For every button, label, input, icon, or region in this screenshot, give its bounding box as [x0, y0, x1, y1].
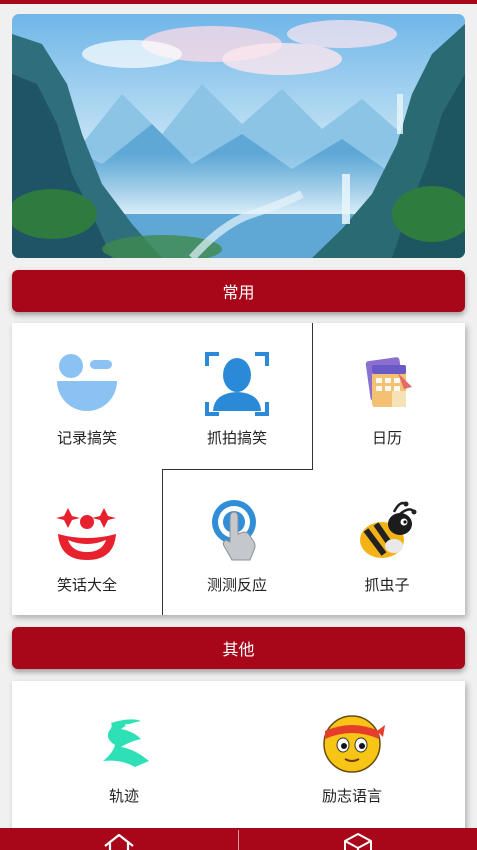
tile-calendar[interactable]: 日历 — [341, 351, 433, 448]
common-tools-grid: 记录搞笑 抓拍搞笑 日历 笑话大全 测测反应 抓虫子 — [12, 323, 465, 615]
track-path-icon — [103, 719, 149, 767]
home-icon — [104, 833, 134, 850]
section-title: 常用 — [222, 283, 255, 302]
tile-label: 励志语言 — [321, 787, 382, 805]
clown-icon — [56, 508, 116, 560]
grid-divider — [312, 323, 313, 470]
tile-label: 抓虫子 — [364, 576, 410, 594]
tile-record-funny[interactable]: 记录搞笑 — [41, 351, 133, 448]
tile-label: 笑话大全 — [56, 576, 117, 594]
face-scan-icon — [205, 352, 269, 416]
section-header-other: 其他 — [12, 627, 465, 669]
banner-image — [12, 14, 465, 258]
tile-snap-funny[interactable]: 抓拍搞笑 — [191, 351, 283, 448]
top-accent-line — [0, 0, 477, 4]
tile-label: 轨迹 — [108, 787, 139, 805]
box-icon — [344, 833, 372, 850]
headband-face-icon — [323, 715, 385, 773]
grid-divider — [162, 469, 313, 470]
bee-icon — [360, 501, 417, 558]
bottom-nav — [0, 828, 477, 850]
calendar-icon — [365, 357, 412, 407]
tile-label: 记录搞笑 — [56, 429, 117, 447]
emoji-note-icon — [57, 354, 117, 411]
tile-catch-bugs[interactable]: 抓虫子 — [341, 498, 433, 595]
tile-track[interactable]: 轨迹 — [74, 709, 174, 806]
tile-motivation[interactable]: 励志语言 — [302, 709, 402, 806]
grid-divider — [162, 469, 163, 615]
section-header-common: 常用 — [12, 270, 465, 312]
other-tools-grid: 轨迹 励志语言 — [12, 681, 465, 831]
nav-home-button[interactable] — [0, 828, 238, 850]
tile-label: 抓拍搞笑 — [206, 429, 267, 447]
section-title: 其他 — [222, 640, 255, 659]
tap-finger-icon — [212, 500, 256, 561]
tile-label: 测测反应 — [206, 576, 267, 594]
tile-label: 日历 — [371, 429, 402, 447]
nav-box-button[interactable] — [239, 828, 477, 850]
tile-reaction-test[interactable]: 测测反应 — [191, 498, 283, 595]
tile-jokes[interactable]: 笑话大全 — [41, 498, 133, 595]
